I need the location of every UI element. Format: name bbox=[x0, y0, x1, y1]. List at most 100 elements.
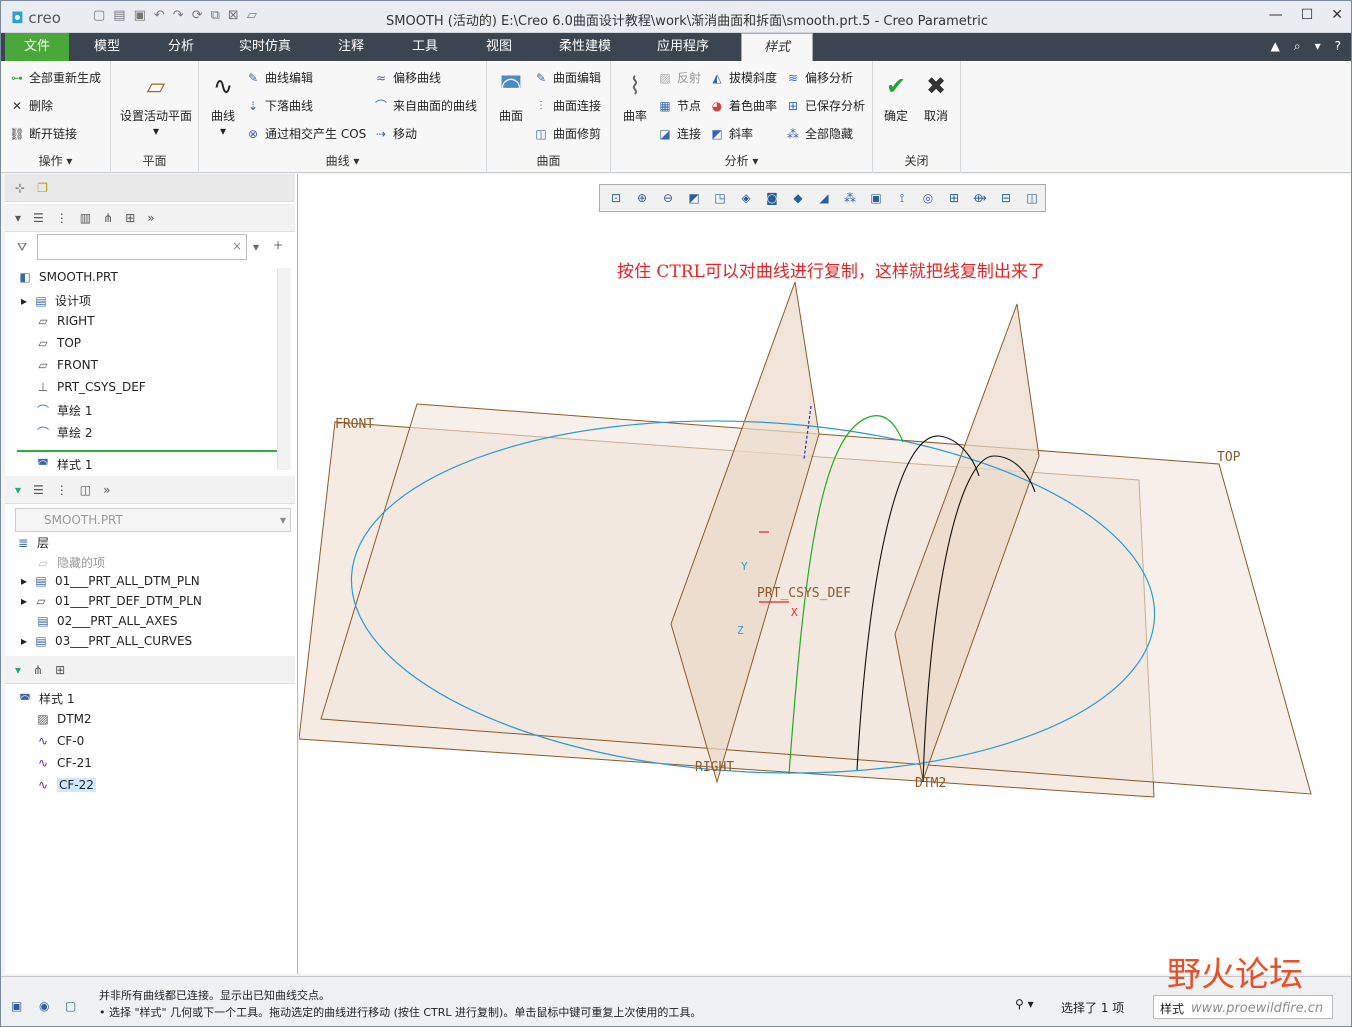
tab-applications[interactable]: 应用程序 bbox=[643, 33, 723, 61]
tree-item-design[interactable]: ▸ ▤ 设计项 bbox=[21, 292, 91, 309]
search-dropdown-icon[interactable]: ▾ bbox=[253, 240, 259, 254]
more-icon[interactable]: » bbox=[147, 211, 154, 225]
saved-analysis-button[interactable]: ⊞ 已保存分析 bbox=[785, 97, 865, 114]
delete-button[interactable]: ✕ 删除 bbox=[9, 97, 53, 114]
tree-scrollbar[interactable] bbox=[277, 268, 291, 470]
style-settings-icon[interactable]: ⊞ bbox=[55, 663, 65, 677]
tree-item-sketch1[interactable]: ⌒ 草绘 1 bbox=[35, 402, 92, 419]
curve-button[interactable]: ∿ 曲线 ▾ bbox=[203, 69, 243, 138]
style-item-cf21[interactable]: ∿ CF-21 bbox=[35, 756, 92, 770]
surface-edit-button[interactable]: ✎ 曲面编辑 bbox=[533, 69, 601, 86]
tab-file[interactable]: 文件 bbox=[5, 33, 69, 61]
surface-trim-button[interactable]: ◫ 曲面修剪 bbox=[533, 125, 601, 142]
style-item-cf22[interactable]: ∿ CF-22 bbox=[35, 778, 96, 792]
curve-from-surface-button[interactable]: ⌒ 来自曲面的曲线 bbox=[373, 97, 477, 114]
find-icon[interactable]: ⚲ ▾ bbox=[1015, 997, 1034, 1011]
search-icon[interactable]: ⌕ bbox=[1294, 39, 1301, 54]
open-icon[interactable]: ▤ bbox=[113, 8, 125, 23]
save-icon[interactable]: ▣ bbox=[134, 8, 146, 23]
drop-curve-button[interactable]: ⇣ 下落曲线 bbox=[245, 97, 313, 114]
style-item-cf0[interactable]: ∿ CF-0 bbox=[35, 734, 84, 748]
node-button[interactable]: ▦ 节点 bbox=[657, 97, 701, 114]
clear-search-icon[interactable]: × bbox=[232, 239, 242, 253]
shaded-curvature-button[interactable]: ◕ 着色曲率 bbox=[709, 97, 777, 114]
tree-item-sketch2[interactable]: ⌒ 草绘 2 bbox=[35, 424, 92, 441]
tree-item-right[interactable]: ▱ RIGHT bbox=[35, 314, 94, 328]
windows-icon[interactable]: ⧉ bbox=[211, 8, 220, 23]
tab-simulation[interactable]: 实时仿真 bbox=[227, 33, 303, 61]
tree-root[interactable]: ◧ SMOOTH.PRT bbox=[17, 270, 118, 284]
show-icon[interactable]: ☰ bbox=[33, 211, 44, 225]
close-window-icon[interactable]: ⊠ bbox=[228, 8, 239, 23]
style-tree-icon[interactable]: ▾ bbox=[15, 663, 21, 677]
surface-connect-button[interactable]: ⫶ 曲面连接 bbox=[533, 97, 601, 114]
undo-icon[interactable]: ↶ bbox=[154, 8, 165, 23]
filter-tree-icon[interactable]: ⋔ bbox=[103, 211, 113, 225]
tree-item-top[interactable]: ▱ TOP bbox=[35, 336, 81, 350]
columns-icon[interactable]: ⋮ bbox=[56, 211, 68, 225]
layer-item[interactable]: ▤ 02___PRT_ALL_AXES bbox=[35, 614, 177, 628]
tab-style[interactable]: 样式 bbox=[741, 33, 813, 61]
reflect-button[interactable]: ▨ 反射 bbox=[657, 69, 701, 86]
set-active-plane-button[interactable]: ▱ 设置活动平面 ▾ bbox=[117, 69, 195, 138]
folder-tab-icon[interactable]: ❐ bbox=[37, 181, 48, 195]
maximize-icon[interactable]: ☐ bbox=[1301, 7, 1314, 23]
tab-tools[interactable]: 工具 bbox=[395, 33, 455, 61]
help-icon[interactable]: ? bbox=[1335, 39, 1341, 54]
cos-intersect-button[interactable]: ⊗ 通过相交产生 COS bbox=[245, 125, 366, 142]
style-item-dtm2[interactable]: ▨ DTM2 bbox=[35, 712, 91, 726]
offset-analysis-button[interactable]: ≋ 偏移分析 bbox=[785, 69, 853, 86]
hide-all-button[interactable]: ⁂ 全部隐藏 bbox=[785, 125, 853, 142]
model-tree-tab-icon[interactable]: ⊹ bbox=[15, 181, 25, 195]
graphics-window[interactable]: ⊡ ⊕ ⊖ ◩ ◳ ◈ ◙ ◆ ◢ ⁂ ▣ ⟟ ◎ ⊞ ⟴ ⊟ ◫ 按住 CTR… bbox=[299, 174, 1351, 974]
layer-show-icon[interactable]: ☰ bbox=[33, 483, 44, 497]
minimize-icon[interactable]: — bbox=[1269, 7, 1283, 23]
tab-view[interactable]: 视图 bbox=[469, 33, 529, 61]
curve-edit-button[interactable]: ✎ 曲线编辑 bbox=[245, 69, 313, 86]
tree-item-style1[interactable]: ◚ 样式 1 bbox=[35, 458, 92, 470]
tree-item-front[interactable]: ▱ FRONT bbox=[35, 358, 98, 372]
tab-annotate[interactable]: 注释 bbox=[321, 33, 381, 61]
collapse-ribbon-icon[interactable]: ▲ bbox=[1271, 39, 1280, 54]
regen-icon[interactable]: ⟳ bbox=[192, 8, 203, 23]
layer-item[interactable]: ▸ ▤ 01___PRT_ALL_DTM_PLN bbox=[21, 574, 200, 588]
regenerate-all-button[interactable]: ⊶ 全部重新生成 bbox=[9, 69, 101, 86]
hat-icon[interactable]: ▾ bbox=[1315, 39, 1321, 54]
layer-item-hidden[interactable]: ▱ 隐藏的项 bbox=[35, 554, 105, 571]
layer-columns-icon[interactable]: ⋮ bbox=[56, 483, 68, 497]
layer-item[interactable]: ▸ ▤ 03___PRT_ALL_CURVES bbox=[21, 634, 192, 648]
active-layer-object-select[interactable]: SMOOTH.PRT ▾ bbox=[15, 508, 291, 532]
cancel-button[interactable]: ✖ 取消 bbox=[917, 69, 955, 124]
add-icon[interactable]: + bbox=[273, 238, 283, 252]
ok-button[interactable]: ✔ 确定 bbox=[877, 69, 915, 124]
settings-icon[interactable]: ▱ bbox=[247, 8, 257, 23]
tab-model[interactable]: 模型 bbox=[77, 33, 137, 61]
tab-flexible-modeling[interactable]: 柔性建模 bbox=[547, 33, 623, 61]
curvature-button[interactable]: ⌇ 曲率 bbox=[615, 69, 655, 124]
layer-item[interactable]: ▸ ▱ 01___PRT_DEF_DTM_PLN bbox=[21, 594, 202, 608]
style-filter-icon[interactable]: ⋔ bbox=[33, 663, 43, 677]
insert-indicator[interactable] bbox=[17, 450, 279, 452]
navigator-icon[interactable]: ◉ bbox=[39, 999, 49, 1013]
layout-icon[interactable]: ▥ bbox=[80, 211, 91, 225]
layer-props-icon[interactable]: ◫ bbox=[80, 483, 91, 497]
message-icon[interactable]: ▣ bbox=[11, 999, 22, 1013]
surface-button[interactable]: ◚ 曲面 bbox=[491, 69, 531, 124]
settings-tree-icon[interactable]: ⊞ bbox=[125, 211, 135, 225]
search-input[interactable]: × bbox=[37, 234, 247, 260]
offset-curve-button[interactable]: ≈ 偏移曲线 bbox=[373, 69, 441, 86]
style-root[interactable]: ◚ 样式 1 bbox=[17, 690, 74, 707]
layers-icon[interactable]: ▾ bbox=[15, 483, 21, 497]
layer-more-icon[interactable]: » bbox=[103, 483, 110, 497]
tab-analysis[interactable]: 分析 bbox=[151, 33, 211, 61]
move-button[interactable]: ⇢ 移动 bbox=[373, 125, 417, 142]
fullscreen-icon[interactable]: ▢ bbox=[65, 999, 76, 1013]
close-icon[interactable]: ✕ bbox=[1331, 7, 1343, 23]
slope-button[interactable]: ◩ 斜率 bbox=[709, 125, 753, 142]
connect-analysis-button[interactable]: ◪ 连接 bbox=[657, 125, 701, 142]
disconnect-button[interactable]: ⛓ 断开链接 bbox=[9, 125, 77, 142]
new-icon[interactable]: ▢ bbox=[93, 8, 105, 23]
draft-button[interactable]: ◭ 拔模斜度 bbox=[709, 69, 777, 86]
redo-icon[interactable]: ↷ bbox=[173, 8, 184, 23]
tree-item-csys[interactable]: ⊥ PRT_CSYS_DEF bbox=[35, 380, 146, 394]
